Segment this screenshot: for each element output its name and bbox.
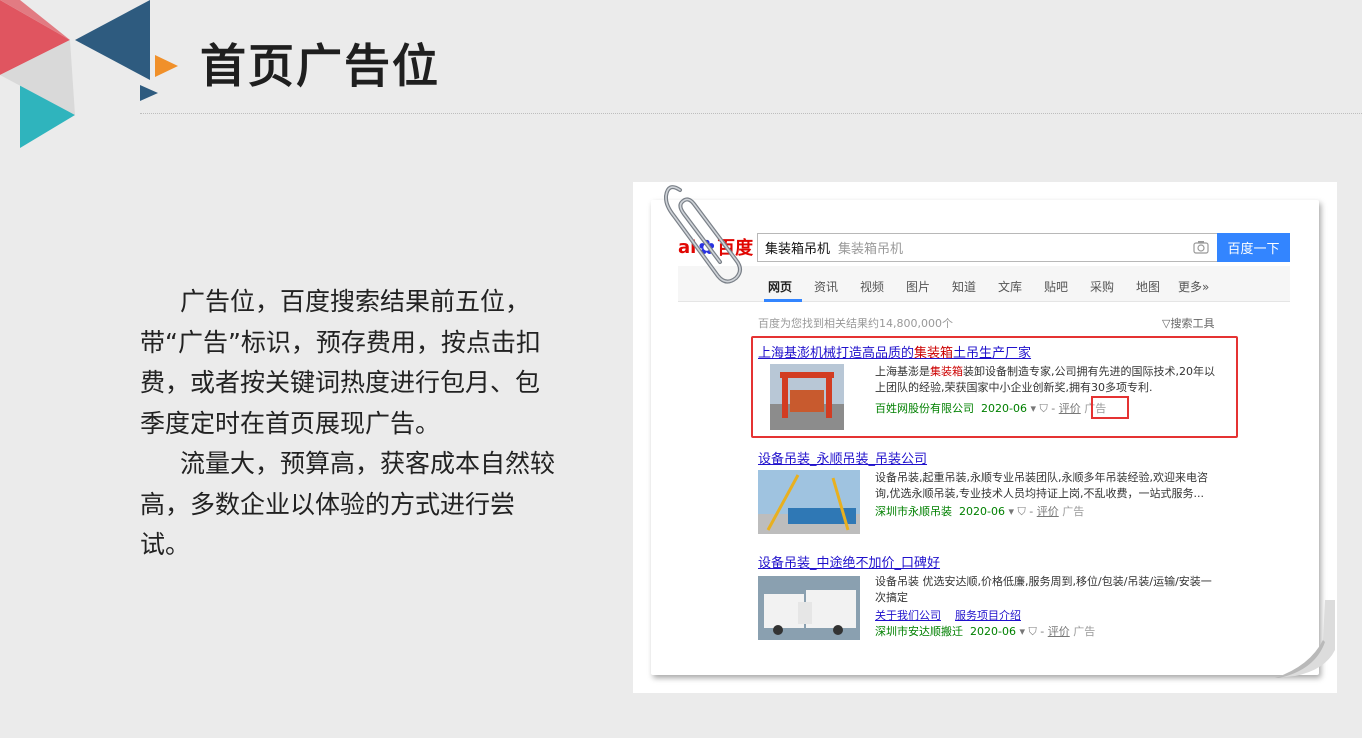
highlight-box-ad-label — [1091, 396, 1129, 419]
result-sitelinks: 关于我们公司 服务项目介绍 — [875, 607, 1035, 623]
chevron-down-icon: ▾ — [1008, 505, 1014, 518]
paragraph-ad-position: 广告位，百度搜索结果前五位，带“广告”标识，预存费用，按点击扣费，或者按关键词热… — [140, 287, 541, 438]
tab-news[interactable]: 资讯 — [814, 278, 838, 295]
search-input[interactable]: 集装箱吊机 集装箱吊机 — [757, 233, 1218, 262]
tab-tieba[interactable]: 贴吧 — [1044, 278, 1068, 295]
tab-more[interactable]: 更多» — [1178, 278, 1209, 295]
tab-purchase[interactable]: 采购 — [1090, 278, 1114, 295]
result-description: 设备吊装,起重吊装,永顺专业吊装团队,永顺多年吊装经验,欢迎来电咨询,优选永顺吊… — [875, 471, 1208, 500]
search-button[interactable]: 百度一下 — [1217, 233, 1290, 262]
result-count: 百度为您找到相关结果约14,800,000个 — [758, 317, 953, 330]
tab-video[interactable]: 视频 — [860, 278, 884, 295]
result-meta: 深圳市安达顺搬迁 2020-06 ▾ ⛉ - 评价 广告 — [875, 625, 1096, 638]
search-tabs: 网页 资讯 视频 图片 知道 文库 贴吧 采购 地图 更多» — [678, 266, 1290, 302]
paragraph-cost: 流量大，预算高，获客成本自然较高，多数企业以体验的方式进行尝试。 — [140, 449, 556, 559]
search-result-ad-3: 设备吊装_中途绝不加价_口碑好 设备吊装 优选安达顺,价格低廉,服务周到,移位/… — [758, 552, 1228, 640]
tab-wenku[interactable]: 文库 — [998, 278, 1022, 295]
ad-label: 广告 — [1073, 625, 1096, 638]
chevron-down-icon: ▾ — [1019, 625, 1025, 638]
result-description: 设备吊装 优选安达顺,价格低廉,服务周到,移位/包装/吊装/运输/安装一次搞定 — [875, 575, 1212, 604]
tab-images[interactable]: 图片 — [906, 278, 930, 295]
sitelink-services[interactable]: 服务项目介绍 — [955, 609, 1021, 622]
result-thumbnail[interactable] — [758, 470, 860, 534]
tab-map[interactable]: 地图 — [1136, 278, 1160, 295]
paperclip-icon — [664, 185, 742, 284]
title-divider — [140, 113, 1362, 114]
result-thumbnail[interactable] — [758, 576, 860, 640]
corner-decoration — [0, 0, 178, 148]
search-result-ad-2: 设备吊装_永顺吊装_吊装公司 设备吊装,起重吊装,永顺专业吊装团队,永顺多年吊装… — [758, 448, 1228, 534]
shield-icon: ⛉ — [1017, 505, 1026, 518]
highlight-box-first-ad — [751, 336, 1238, 438]
result-title[interactable]: 设备吊装_永顺吊装_吊装公司 — [758, 448, 1228, 467]
search-tools[interactable]: ▽搜索工具 — [1162, 315, 1214, 331]
review-link[interactable]: 评价 — [1048, 625, 1070, 638]
shield-icon: ⛉ — [1028, 625, 1037, 638]
slide-title: 首页广告位 — [200, 39, 440, 93]
tab-zhidao[interactable]: 知道 — [952, 278, 976, 295]
ad-label: 广告 — [1062, 505, 1085, 518]
result-meta: 深圳市永顺吊装 2020-06 ▾ ⛉ - 评价 广告 — [875, 505, 1085, 518]
review-link[interactable]: 评价 — [1037, 505, 1059, 518]
camera-icon[interactable] — [1193, 240, 1209, 254]
search-query: 集装箱吊机 — [765, 242, 831, 257]
page-curl-decoration — [1275, 600, 1335, 678]
result-title[interactable]: 设备吊装_中途绝不加价_口碑好 — [758, 552, 1228, 571]
tab-web[interactable]: 网页 — [768, 278, 792, 295]
active-tab-indicator — [764, 299, 802, 302]
sitelink-about[interactable]: 关于我们公司 — [875, 609, 941, 622]
body-text: 广告位，百度搜索结果前五位，带“广告”标识，预存费用，按点击扣费，或者按关键词热… — [140, 282, 560, 566]
search-placeholder: 集装箱吊机 — [838, 242, 904, 257]
